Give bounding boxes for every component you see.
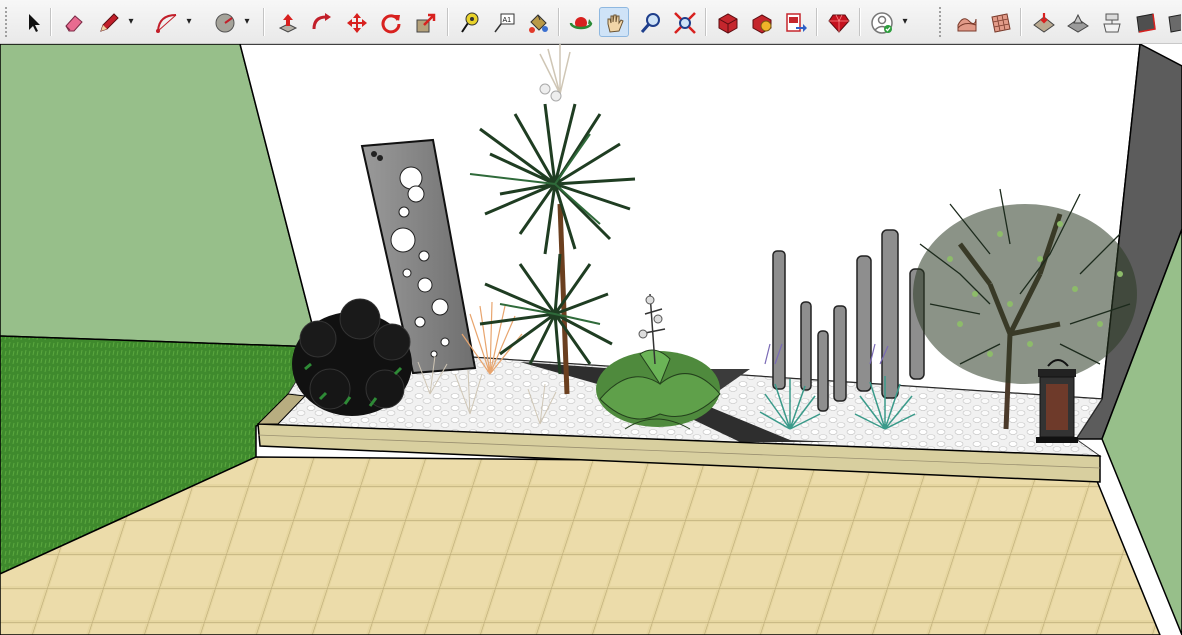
send-to-layout-icon[interactable]: [780, 7, 810, 37]
select-arrow-icon[interactable]: [17, 7, 47, 37]
toolbar-grip[interactable]: [4, 6, 8, 38]
main-toolbar: ▾ ▾ ▾ A1 ▾: [0, 0, 1182, 44]
circle-icon[interactable]: [209, 7, 239, 37]
pan-hand-icon[interactable]: [599, 7, 629, 37]
sandbox-stamp-icon[interactable]: [1062, 7, 1092, 37]
sketchup-window: ▾ ▾ ▾ A1 ▾: [0, 0, 1182, 635]
sandbox-scratch-icon[interactable]: [985, 7, 1015, 37]
sandbox-drape-icon[interactable]: [1096, 7, 1126, 37]
grey-post: [772, 250, 786, 390]
chevron-down-icon[interactable]: ▾: [898, 10, 912, 34]
orbit-icon[interactable]: [565, 7, 595, 37]
grey-post: [833, 305, 847, 402]
sandbox-smoove-icon[interactable]: [1028, 7, 1058, 37]
toolbar-grip[interactable]: [938, 6, 942, 38]
3d-model-viewport[interactable]: [0, 44, 1182, 635]
tape-measure-icon[interactable]: [454, 7, 484, 37]
svg-text:A1: A1: [503, 17, 512, 24]
extension-warehouse-icon[interactable]: [746, 7, 776, 37]
ruby-console-icon[interactable]: [823, 7, 853, 37]
text-label-icon[interactable]: A1: [488, 7, 518, 37]
3d-warehouse-icon[interactable]: [712, 7, 742, 37]
scale-icon[interactable]: [410, 7, 440, 37]
grey-post: [817, 330, 829, 412]
sandbox-detail-icon[interactable]: [1130, 7, 1160, 37]
user-account-icon[interactable]: [866, 7, 896, 37]
garden-scene: [0, 44, 1182, 635]
lantern: [1036, 359, 1078, 443]
chevron-down-icon[interactable]: ▾: [240, 10, 254, 34]
zoom-extents-icon[interactable]: [669, 7, 699, 37]
pencil-icon[interactable]: [93, 7, 123, 37]
follow-me-icon[interactable]: [306, 7, 336, 37]
zoom-icon[interactable]: [635, 7, 665, 37]
push-pull-icon[interactable]: [272, 7, 302, 37]
move-icon[interactable]: [341, 7, 371, 37]
eraser-icon[interactable]: [58, 7, 88, 37]
chevron-down-icon[interactable]: ▾: [124, 10, 138, 34]
grey-post: [881, 229, 899, 399]
chevron-down-icon[interactable]: ▾: [182, 10, 196, 34]
grey-post: [800, 301, 812, 391]
sandbox-contours-icon[interactable]: [951, 7, 981, 37]
arc-icon[interactable]: [151, 7, 181, 37]
paint-bucket-icon[interactable]: [522, 7, 552, 37]
sandbox-flip-icon[interactable]: [1162, 7, 1182, 37]
rotate-icon[interactable]: [375, 7, 405, 37]
grey-post: [856, 255, 872, 392]
